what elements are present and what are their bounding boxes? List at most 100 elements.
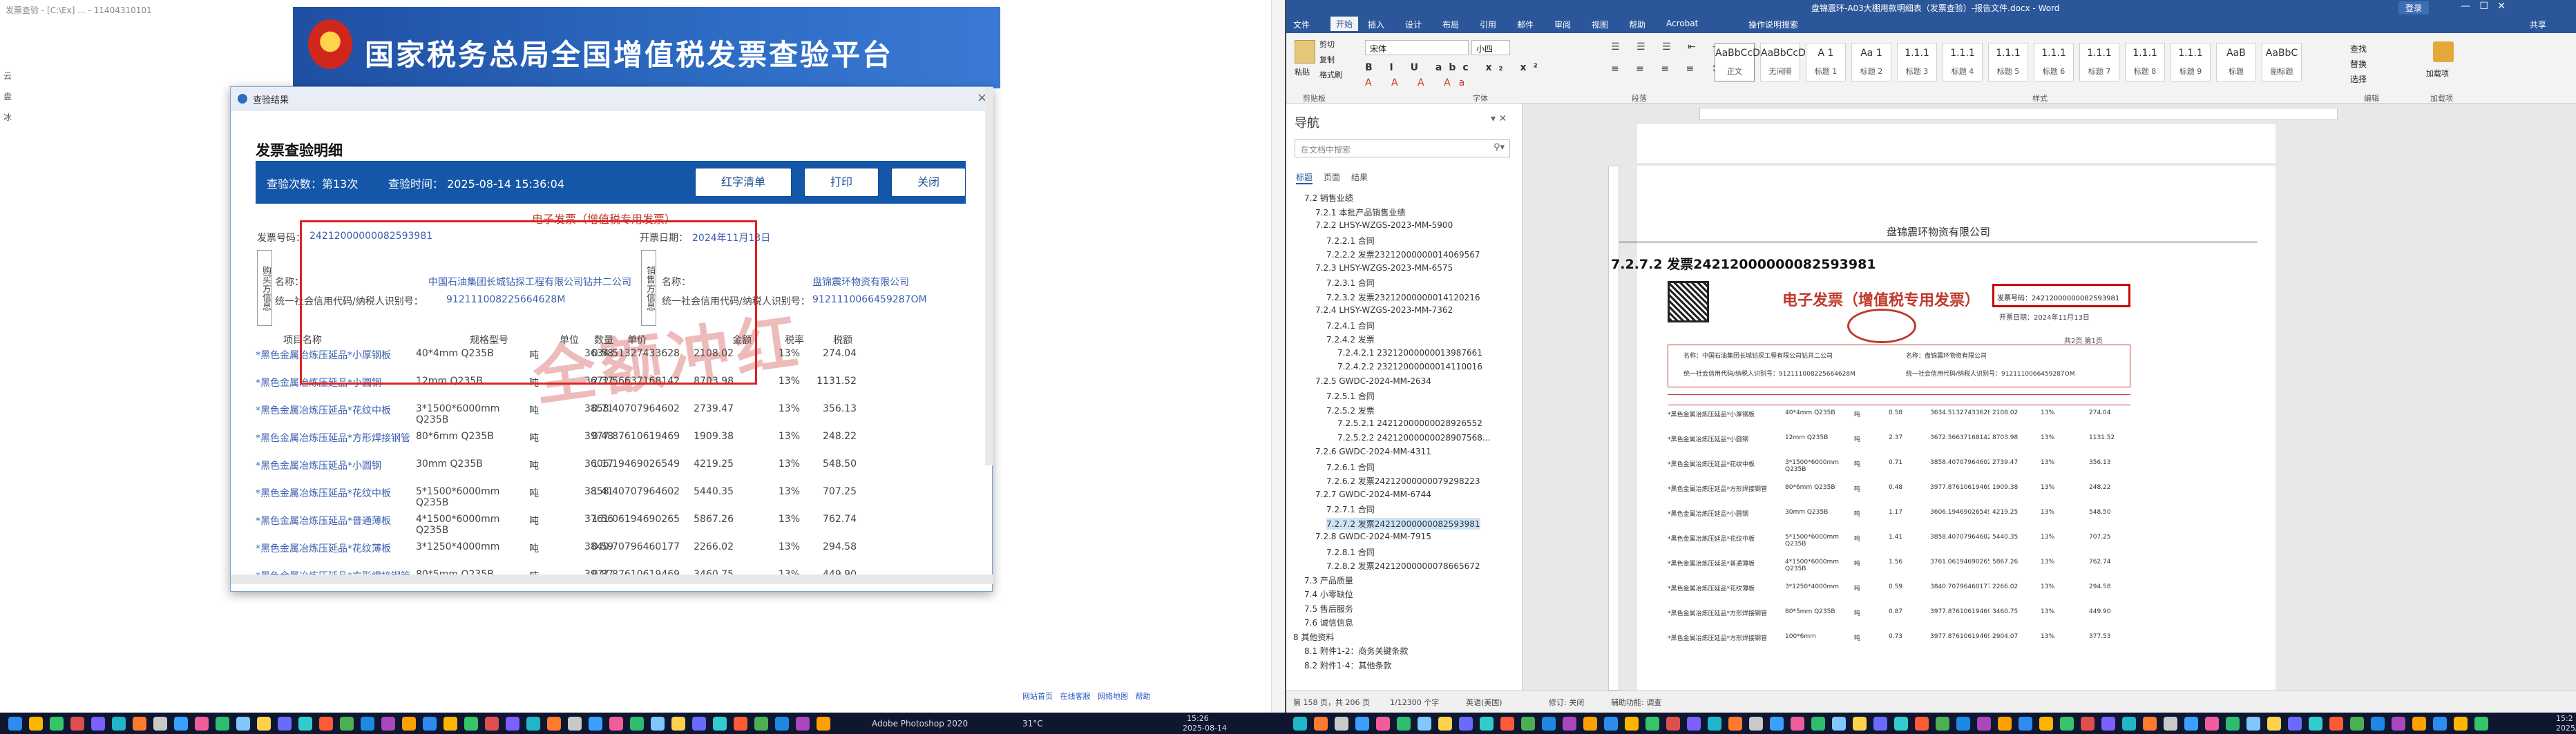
taskbar-app-icon[interactable] [2164, 717, 2177, 731]
copy-button[interactable]: 复制 [1319, 54, 1335, 65]
red-list-button[interactable]: 红字清单 [695, 168, 792, 197]
print-button[interactable]: 打印 [804, 168, 879, 197]
taskbar-app-icon[interactable] [1542, 717, 1556, 731]
taskbar-app-icon[interactable] [91, 717, 105, 731]
taskbar-app-icon[interactable] [1770, 717, 1784, 731]
nav-heading-item[interactable]: 7.2.5.1 合同 [1326, 390, 1375, 402]
nav-heading-item[interactable]: 7.2.8.1 合同 [1326, 546, 1375, 558]
taskbar-app-icon[interactable] [278, 717, 292, 731]
replace-button[interactable]: 替换 [2350, 57, 2367, 72]
nav-heading-item[interactable]: 7.2.6.2 发票24212000000079298223 [1326, 475, 1480, 487]
nav-heading-item[interactable]: 7.2.6 GWDC-2024-MM-4311 [1315, 447, 1431, 456]
status-language[interactable]: 英语(美国) [1466, 697, 1502, 708]
taskbar-app-icon[interactable] [319, 717, 333, 731]
window-controls[interactable]: — ☐ ✕ [2461, 1, 2506, 12]
nav-heading-item[interactable]: 7.2.4.1 合同 [1326, 320, 1375, 331]
taskbar-app-icon[interactable] [464, 717, 478, 731]
clock-date[interactable]: 2025-08-14 [1183, 724, 1227, 733]
taskbar-app-icon[interactable] [775, 717, 789, 731]
clock-date-right[interactable]: 2025/ [2556, 724, 2576, 733]
find-button[interactable]: 查找 [2350, 41, 2367, 57]
format-painter-button[interactable]: 格式刷 [1319, 69, 1342, 80]
nav-heading-item[interactable]: 7.2.4.2.2 23212000000014110016 [1337, 362, 1482, 371]
clock-time-right[interactable]: 15:2 [2556, 714, 2573, 723]
taskbar-app-icon[interactable] [174, 717, 188, 731]
taskbar-app-icon[interactable] [2143, 717, 2157, 731]
taskbar-app-icon[interactable] [2412, 717, 2426, 731]
status-page[interactable]: 第 158 页，共 206 页 [1293, 697, 1370, 708]
taskbar-app-icon[interactable] [1521, 717, 1535, 731]
weather[interactable]: 31°C [1022, 719, 1043, 728]
nav-heading-item[interactable]: 7.2.7.2 发票24212000000082593981 [1326, 517, 1480, 530]
nav-heading-item[interactable]: 7.2.2.2 发票23212000000014069567 [1326, 249, 1480, 260]
taskbar-app-icon[interactable] [236, 717, 250, 731]
taskbar-app-icon[interactable] [1314, 717, 1328, 731]
taskbar-app-icon[interactable] [2309, 717, 2322, 731]
taskbar-app-icon[interactable] [671, 717, 685, 731]
ribbon-tab[interactable]: 文件 [1293, 19, 1310, 30]
nav-heading-item[interactable]: 7.2 销售业绩 [1304, 192, 1353, 204]
photoshop-task-label[interactable]: Adobe Photoshop 2020 [872, 719, 968, 728]
nav-tab-pages[interactable]: 页面 [1324, 171, 1340, 183]
taskbar-app-icon[interactable] [70, 717, 84, 731]
nav-heading-item[interactable]: 8.2 附件1-4：其他条款 [1304, 659, 1392, 671]
style-item[interactable]: 1.1.1 标题 4 [1943, 43, 1983, 81]
section-heading[interactable]: 7.2.7.2 发票24212000000082593981 [1611, 254, 1876, 273]
taskbar-app-icon[interactable] [2454, 717, 2468, 731]
font-size-select[interactable]: 小四 [1471, 40, 1510, 55]
taskbar-app-icon[interactable] [734, 717, 747, 731]
nav-heading-item[interactable]: 7.2.4.2.1 23212000000013987661 [1337, 348, 1482, 358]
taskbar-app-icon[interactable] [1708, 717, 1721, 731]
taskbar-app-icon[interactable] [485, 717, 499, 731]
taskbar-app-icon[interactable] [1749, 717, 1763, 731]
nav-heading-item[interactable]: 7.5 售后服务 [1304, 603, 1353, 615]
nav-search-input[interactable]: 在文档中搜索 [1295, 139, 1510, 157]
nav-heading-item[interactable]: 7.2.5 GWDC-2024-MM-2634 [1315, 376, 1431, 386]
taskbar-app-icon[interactable] [1459, 717, 1473, 731]
style-item[interactable]: 1.1.1 标题 9 [2170, 43, 2211, 81]
taskbar-app-icon[interactable] [1956, 717, 1970, 731]
taskbar-app-icon[interactable] [195, 717, 209, 731]
taskbar-app-icon[interactable] [2267, 717, 2281, 731]
style-item[interactable]: 1.1.1 标题 5 [1988, 43, 2028, 81]
paste-label[interactable]: 粘贴 [1295, 66, 1310, 77]
taskbar-app-icon[interactable] [2122, 717, 2136, 731]
taskbar-app-icon[interactable] [1977, 717, 1991, 731]
taskbar-app-icon[interactable] [1355, 717, 1369, 731]
taskbar-app-icon[interactable] [2433, 717, 2447, 731]
page-scrollbar[interactable] [1271, 0, 1285, 713]
taskbar-app-icon[interactable] [50, 717, 64, 731]
nav-heading-item[interactable]: 7.2.8 GWDC-2024-MM-7915 [1315, 532, 1431, 541]
taskbar-app-icon[interactable] [1397, 717, 1411, 731]
taskbar-app-icon[interactable] [1500, 717, 1514, 731]
nav-heading-item[interactable]: 7.2.3.2 发票23212000000014120216 [1326, 291, 1480, 303]
taskbar-app-icon[interactable] [1376, 717, 1390, 731]
nav-heading-item[interactable]: 7.2.2.1 合同 [1326, 235, 1375, 247]
clock-time[interactable]: 15:26 [1187, 714, 1209, 723]
nav-heading-item[interactable]: 8.1 附件1-2：商务关键条款 [1304, 645, 1409, 657]
taskbar-app-icon[interactable] [361, 717, 374, 731]
vertical-scrollbar[interactable] [985, 87, 993, 465]
taskbar-app-icon[interactable] [2060, 717, 2074, 731]
ribbon-tab[interactable]: 操作说明搜索 [1748, 19, 1798, 30]
taskbar-app-icon[interactable] [1873, 717, 1887, 731]
close-button[interactable]: 关闭 [891, 168, 966, 197]
nav-heading-item[interactable]: 7.2.8.2 发票24212000000078665672 [1326, 560, 1480, 572]
taskbar-app-icon[interactable] [216, 717, 229, 731]
taskbar-app-icon[interactable] [817, 717, 830, 731]
taskbar-app-icon[interactable] [8, 717, 22, 731]
taskbar-app-icon[interactable] [112, 717, 126, 731]
nav-heading-item[interactable]: 7.2.2 LHSY-WZGS-2023-MM-5900 [1315, 220, 1453, 230]
share-button[interactable]: 共享 [2530, 19, 2546, 30]
nav-heading-item[interactable]: 7.2.7.1 合同 [1326, 503, 1375, 515]
taskbar-app-icon[interactable] [2081, 717, 2095, 731]
taskbar-app-icon[interactable] [381, 717, 395, 731]
taskbar-app-icon[interactable] [568, 717, 582, 731]
taskbar-app-icon[interactable] [443, 717, 457, 731]
taskbar-app-icon[interactable] [298, 717, 312, 731]
taskbar-app-icon[interactable] [1728, 717, 1742, 731]
taskbar-app-icon[interactable] [1687, 717, 1701, 731]
ribbon-tab[interactable]: 审阅 [1554, 19, 1571, 30]
taskbar-app-icon[interactable] [1583, 717, 1597, 731]
nav-close-icon[interactable]: ▾ ✕ [1491, 113, 1507, 124]
